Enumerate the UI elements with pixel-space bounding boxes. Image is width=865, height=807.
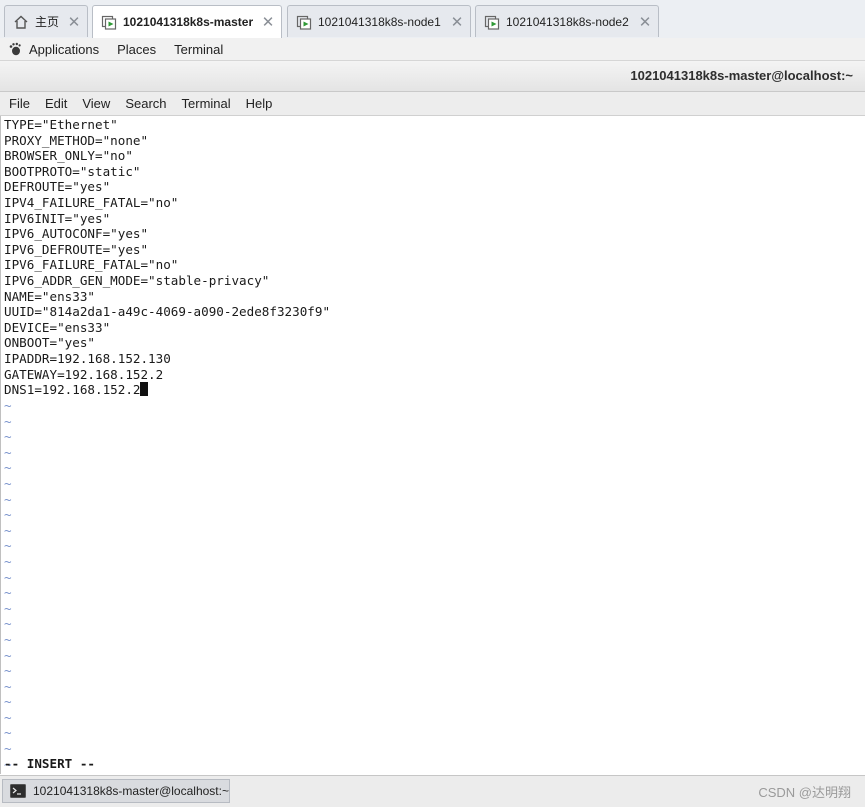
gnome-top-bar: Applications Places Terminal (0, 38, 865, 61)
vm-icon (101, 15, 117, 30)
tilde-marker: ~ (4, 741, 12, 757)
text-cursor (140, 382, 149, 397)
tilde-marker: ~ (4, 507, 12, 523)
tab-k8s-node1[interactable]: 1021041318k8s-node1 ✕ (287, 5, 471, 37)
terminal-app-label: Terminal (174, 41, 224, 57)
tilde-marker: ~ (4, 460, 12, 476)
places-menu[interactable]: Places (117, 42, 156, 57)
tab-k8s-master[interactable]: 1021041318k8s-master ✕ (92, 5, 282, 38)
file-line: NAME="ens33" (4, 288, 95, 304)
window-title-bar[interactable]: 1021041318k8s-master@localhost:~ (0, 61, 865, 92)
tilde-marker: ~ (4, 553, 12, 569)
watermark: CSDN @达明翔 (758, 785, 851, 800)
file-line: DEVICE="ens33" (4, 319, 111, 335)
file-lines: TYPE="Ethernet" PROXY_METHOD="none" BROW… (4, 117, 330, 398)
file-line: IPV6_DEFROUTE="yes" (4, 241, 149, 257)
file-line: IPV6_AUTOCONF="yes" (4, 226, 149, 242)
file-line: IPV6_ADDR_GEN_MODE="stable-privacy" (4, 272, 270, 288)
menu-file[interactable]: File (0, 96, 37, 111)
tilde-marker: ~ (4, 538, 12, 554)
home-icon (14, 15, 28, 29)
tab-label: 主页 (35, 15, 60, 29)
file-line: UUID="814a2da1-a49c-4069-a090-2ede8f3230… (4, 304, 331, 320)
tilde-marker: ~ (4, 694, 12, 710)
applications-label: Applications (29, 41, 100, 57)
tilde-marker: ~ (4, 569, 12, 585)
tilde-marker: ~ (4, 429, 12, 445)
tab-home[interactable]: 主页 ✕ (4, 5, 88, 37)
file-line-last: DNS1=192.168.152.2 (4, 382, 330, 398)
menu-edit[interactable]: Edit (37, 96, 74, 111)
terminal-icon (10, 784, 26, 798)
tilde-marker: ~ (4, 475, 12, 491)
bottom-panel: 1021041318k8s-master@localhost:~ CSDN @达… (0, 775, 865, 807)
tab-label: 1021041318k8s-node2 (506, 14, 629, 29)
file-line: IPV6INIT="yes" (4, 210, 111, 226)
places-label: Places (117, 41, 157, 57)
tilde-marker: ~ (4, 600, 12, 616)
tilde-marker: ~ (4, 398, 12, 413)
file-line: TYPE="Ethernet" (4, 117, 118, 132)
vm-icon (296, 15, 312, 30)
terminal-app-menu[interactable]: Terminal (174, 42, 223, 57)
gnome-foot-icon (9, 42, 21, 56)
tilde-marker: ~ (4, 444, 12, 460)
tilde-marker: ~ (4, 678, 12, 694)
menu-help[interactable]: Help (238, 96, 280, 111)
file-line: BROWSER_ONLY="no" (4, 148, 133, 164)
vm-tab-strip: 主页 ✕ 1021041318k8s-master ✕ 1021041318k8… (0, 0, 865, 39)
file-line: ONBOOT="yes" (4, 335, 95, 351)
file-line: BOOTPROTO="static" (4, 163, 141, 179)
taskbar-terminal-item[interactable]: 1021041318k8s-master@localhost:~ (2, 779, 230, 803)
window-title: 1021041318k8s-master@localhost:~ (630, 68, 853, 83)
applications-menu[interactable]: Applications (8, 42, 99, 57)
file-line: IPV6_FAILURE_FATAL="no" (4, 257, 179, 273)
menu-search[interactable]: Search (117, 96, 173, 111)
close-icon[interactable]: ✕ (450, 13, 464, 31)
file-line: DEFROUTE="yes" (4, 179, 111, 195)
tilde-marker: ~ (4, 616, 12, 632)
close-icon[interactable]: ✕ (261, 13, 275, 31)
terminal-menu-bar: File Edit View Search Terminal Help (0, 92, 865, 116)
tab-label: 1021041318k8s-master (123, 15, 254, 29)
close-icon[interactable]: ✕ (67, 13, 81, 31)
tilde-marker: ~ (4, 631, 12, 647)
file-line: PROXY_METHOD="none" (4, 132, 149, 148)
tilde-marker: ~ (4, 725, 12, 741)
tab-k8s-node2[interactable]: 1021041318k8s-node2 ✕ (475, 5, 659, 37)
tilde-marker: ~ (4, 663, 12, 679)
menu-view[interactable]: View (74, 96, 117, 111)
tab-label: 1021041318k8s-node1 (318, 14, 441, 29)
tilde-marker: ~ (4, 585, 12, 601)
tilde-marker: ~ (4, 491, 12, 507)
vm-icon (484, 15, 500, 30)
tilde-marker: ~ (4, 522, 12, 538)
file-line: IPV4_FAILURE_FATAL="no" (4, 194, 179, 210)
tilde-marker: ~ (4, 647, 12, 663)
file-line: IPADDR=192.168.152.130 (4, 350, 171, 366)
tilde-marker: ~ (4, 709, 12, 725)
vi-mode-indicator: -- INSERT -- (4, 756, 95, 771)
file-line: DNS1=192.168.152.2 (4, 382, 141, 398)
close-icon[interactable]: ✕ (638, 13, 652, 31)
terminal-content[interactable]: TYPE="Ethernet" PROXY_METHOD="none" BROW… (0, 116, 865, 774)
menu-terminal[interactable]: Terminal (174, 96, 238, 111)
taskbar-item-label: 1021041318k8s-master@localhost:~ (33, 784, 229, 798)
tilde-marker: ~ (4, 413, 12, 429)
empty-line-markers: ~ ~ ~ ~ ~ ~ ~ ~ ~ ~ ~ ~ ~ ~ ~ ~ ~ ~ ~ ~ … (4, 398, 12, 772)
file-line: GATEWAY=192.168.152.2 (4, 366, 164, 382)
